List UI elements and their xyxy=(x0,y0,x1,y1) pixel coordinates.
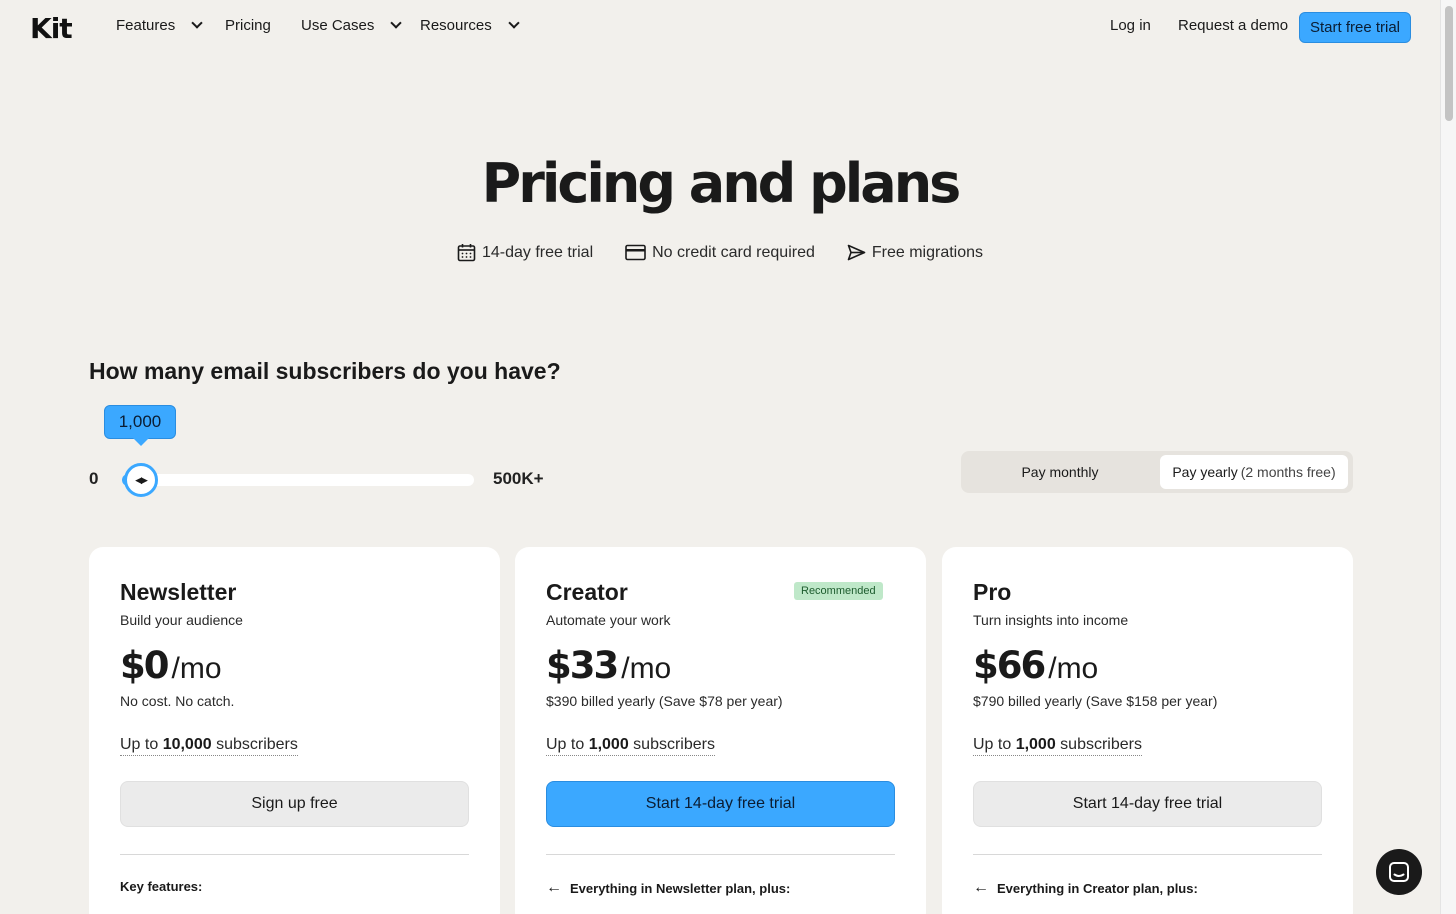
limit-prefix: Up to xyxy=(973,736,1016,753)
sign-up-free-button[interactable]: Sign up free xyxy=(120,781,469,827)
subscriber-question: How many email subscribers do you have? xyxy=(89,358,561,384)
plan-card-pro: Pro Turn insights into income $66 /mo $7… xyxy=(942,547,1353,914)
perks-row: 14-day free trial No credit card require… xyxy=(0,243,1440,262)
nav-features-label: Features xyxy=(116,17,176,34)
plan-tagline: Automate your work xyxy=(546,612,671,628)
billing-note: $790 billed yearly (Save $158 per year) xyxy=(973,693,1218,709)
login-link[interactable]: Log in xyxy=(1110,17,1151,34)
limit-value: 10,000 xyxy=(162,736,212,753)
divider xyxy=(973,854,1322,855)
start-trial-button[interactable]: Start 14-day free trial xyxy=(973,781,1322,827)
features-heading-label: Everything in Creator plan, plus: xyxy=(997,880,1198,896)
features-heading: ← Everything in Newsletter plan, plus: xyxy=(546,879,790,897)
features-heading: ← Everything in Creator plan, plus: xyxy=(973,879,1198,897)
kit-logo[interactable]: Kit xyxy=(30,12,73,45)
subscriber-limit[interactable]: Up to 10,000 subscribers xyxy=(120,736,298,756)
pay-yearly-option[interactable]: Pay yearly (2 months free) xyxy=(1160,455,1348,489)
price-period: /mo xyxy=(621,652,672,685)
limit-prefix: Up to xyxy=(546,736,589,753)
plan-name: Pro xyxy=(973,579,1012,605)
price-amount: $33 xyxy=(546,644,619,687)
calendar-icon xyxy=(457,244,476,262)
chevron-down-icon xyxy=(390,17,403,29)
pay-monthly-option[interactable]: Pay monthly xyxy=(965,455,1155,489)
subscriber-limit[interactable]: Up to 1,000 subscribers xyxy=(973,736,1142,756)
nav-features[interactable]: Features xyxy=(116,17,203,34)
features-heading: Key features: xyxy=(120,879,203,894)
plan-tagline: Turn insights into income xyxy=(973,612,1129,628)
recommended-badge: Recommended xyxy=(794,582,883,600)
limit-value: 1,000 xyxy=(1015,736,1056,753)
plan-name: Newsletter xyxy=(120,579,237,605)
page-title: Pricing and plans xyxy=(481,152,962,215)
nav-resources[interactable]: Resources xyxy=(420,17,520,34)
chat-icon xyxy=(1389,862,1409,882)
billing-note: $390 billed yearly (Save $78 per year) xyxy=(546,693,783,709)
nav-use-cases[interactable]: Use Cases xyxy=(301,17,403,34)
pay-yearly-note: (2 months free) xyxy=(1240,464,1336,480)
limit-prefix: Up to xyxy=(120,736,163,753)
drag-arrows-icon: ◀▶ xyxy=(135,474,148,485)
arrow-left-icon: ← xyxy=(546,879,562,896)
price-period: /mo xyxy=(171,652,222,685)
chevron-down-icon xyxy=(191,17,203,29)
plan-price: $33 /mo xyxy=(546,644,671,687)
pay-yearly-label: Pay yearly xyxy=(1172,464,1238,480)
slider-min-label: 0 xyxy=(89,469,99,488)
plan-price: $66 /mo xyxy=(973,644,1098,687)
nav-pricing-label: Pricing xyxy=(225,17,271,34)
request-demo-link[interactable]: Request a demo xyxy=(1178,17,1288,34)
limit-suffix: subscribers xyxy=(1055,736,1142,753)
price-amount: $0 xyxy=(120,644,169,687)
billing-toggle: Pay monthly Pay yearly (2 months free) xyxy=(961,451,1353,493)
perk-trial: 14-day free trial xyxy=(457,243,593,262)
nav-resources-label: Resources xyxy=(420,17,492,34)
plan-name: Creator xyxy=(546,579,628,605)
plan-price: $0 /mo xyxy=(120,644,222,687)
price-period: /mo xyxy=(1048,652,1099,685)
plan-card-creator: Creator Recommended Automate your work $… xyxy=(515,547,926,914)
limit-suffix: subscribers xyxy=(211,736,298,753)
start-trial-button[interactable]: Start 14-day free trial xyxy=(546,781,895,827)
nav-use-cases-label: Use Cases xyxy=(301,17,375,34)
plan-tagline: Build your audience xyxy=(120,612,243,628)
chevron-down-icon xyxy=(508,17,520,29)
start-free-trial-button[interactable]: Start free trial xyxy=(1299,12,1411,43)
subscriber-limit[interactable]: Up to 1,000 subscribers xyxy=(546,736,715,756)
nav-pricing[interactable]: Pricing xyxy=(225,17,271,34)
billing-note: No cost. No catch. xyxy=(120,693,235,709)
limit-value: 1,000 xyxy=(588,736,629,753)
scrollbar-thumb[interactable] xyxy=(1445,6,1453,121)
arrow-left-icon: ← xyxy=(973,879,989,896)
send-icon xyxy=(847,244,866,261)
slider-handle[interactable]: ◀▶ xyxy=(124,463,158,497)
slider-value-bubble: 1,000 xyxy=(104,405,176,446)
price-amount: $66 xyxy=(973,644,1046,687)
perk-migrations-label: Free migrations xyxy=(871,243,984,261)
top-nav: Kit Features Pricing Use Cases Resources… xyxy=(0,0,1440,54)
slider-max-label: 500K+ xyxy=(493,469,544,488)
perk-trial-label: 14-day free trial xyxy=(481,243,594,261)
features-heading-label: Everything in Newsletter plan, plus: xyxy=(570,880,791,896)
credit-card-icon xyxy=(625,244,646,261)
perk-no-card: No credit card required xyxy=(625,243,815,262)
subscriber-slider-track[interactable] xyxy=(122,474,474,486)
perk-migrations: Free migrations xyxy=(847,243,983,262)
divider xyxy=(546,854,895,855)
perk-no-card-label: No credit card required xyxy=(652,243,815,261)
limit-suffix: subscribers xyxy=(628,736,715,753)
plan-card-newsletter: Newsletter Build your audience $0 /mo No… xyxy=(89,547,500,914)
page-scrollbar[interactable] xyxy=(1440,0,1456,914)
divider xyxy=(120,854,469,855)
chat-launcher-button[interactable] xyxy=(1376,849,1422,895)
